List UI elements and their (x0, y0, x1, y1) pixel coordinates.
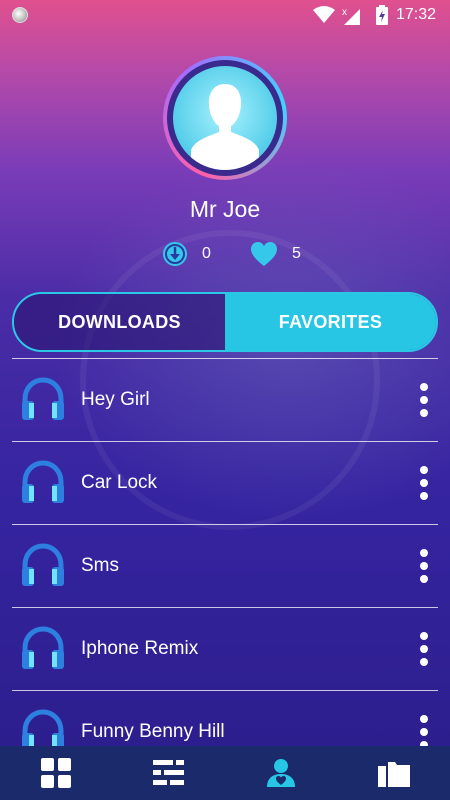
song-row[interactable]: Hey Girl (12, 359, 438, 441)
status-bar: x 17:32 (0, 0, 450, 30)
favorites-count: 5 (292, 245, 301, 262)
more-options-icon[interactable] (420, 715, 428, 749)
song-list: Hey Girl Car Lock Sms Iphone Remix Funny… (12, 358, 438, 773)
signal-icon: x (342, 7, 360, 25)
song-title: Funny Benny Hill (81, 721, 225, 742)
grid-icon (41, 758, 72, 788)
more-options-icon[interactable] (420, 466, 428, 500)
notification-icon (12, 7, 28, 23)
headphones-icon (22, 626, 64, 669)
song-row[interactable]: Car Lock (12, 442, 438, 524)
battery-charging-icon (376, 5, 388, 25)
nav-library[interactable] (113, 746, 226, 800)
profile-name: Mr Joe (189, 196, 261, 222)
tab-downloads[interactable]: DOWNLOADS (14, 294, 225, 350)
nav-profile[interactable] (225, 746, 338, 800)
downloads-stat: 0 (162, 240, 211, 268)
equalizer-icon (152, 760, 184, 785)
more-options-icon[interactable] (420, 383, 428, 417)
avatar[interactable] (163, 56, 287, 180)
favorites-stat: 5 (250, 240, 301, 268)
more-options-icon[interactable] (420, 549, 428, 583)
nav-files[interactable] (338, 746, 450, 800)
downloads-count: 0 (202, 245, 211, 262)
folder-icon (377, 762, 410, 787)
wifi-icon (313, 6, 335, 23)
tab-bar: DOWNLOADS FAVORITES (12, 292, 438, 352)
song-row[interactable]: Iphone Remix (12, 608, 438, 690)
download-icon (163, 242, 187, 266)
clock: 17:32 (396, 6, 437, 23)
song-row[interactable]: Sms (12, 525, 438, 607)
song-title: Car Lock (81, 472, 158, 493)
heart-icon (251, 242, 277, 266)
profile-icon (267, 759, 296, 787)
nav-home[interactable] (0, 746, 113, 800)
user-silhouette-icon (191, 84, 259, 170)
song-title: Hey Girl (81, 389, 150, 410)
tab-favorites[interactable]: FAVORITES (225, 294, 436, 350)
song-title: Iphone Remix (81, 638, 199, 659)
bottom-navigation (0, 746, 450, 800)
headphones-icon (22, 377, 64, 420)
more-options-icon[interactable] (420, 632, 428, 666)
song-title: Sms (81, 555, 119, 576)
svg-text:x: x (342, 7, 347, 18)
headphones-icon (22, 543, 64, 586)
headphones-icon (22, 460, 64, 503)
